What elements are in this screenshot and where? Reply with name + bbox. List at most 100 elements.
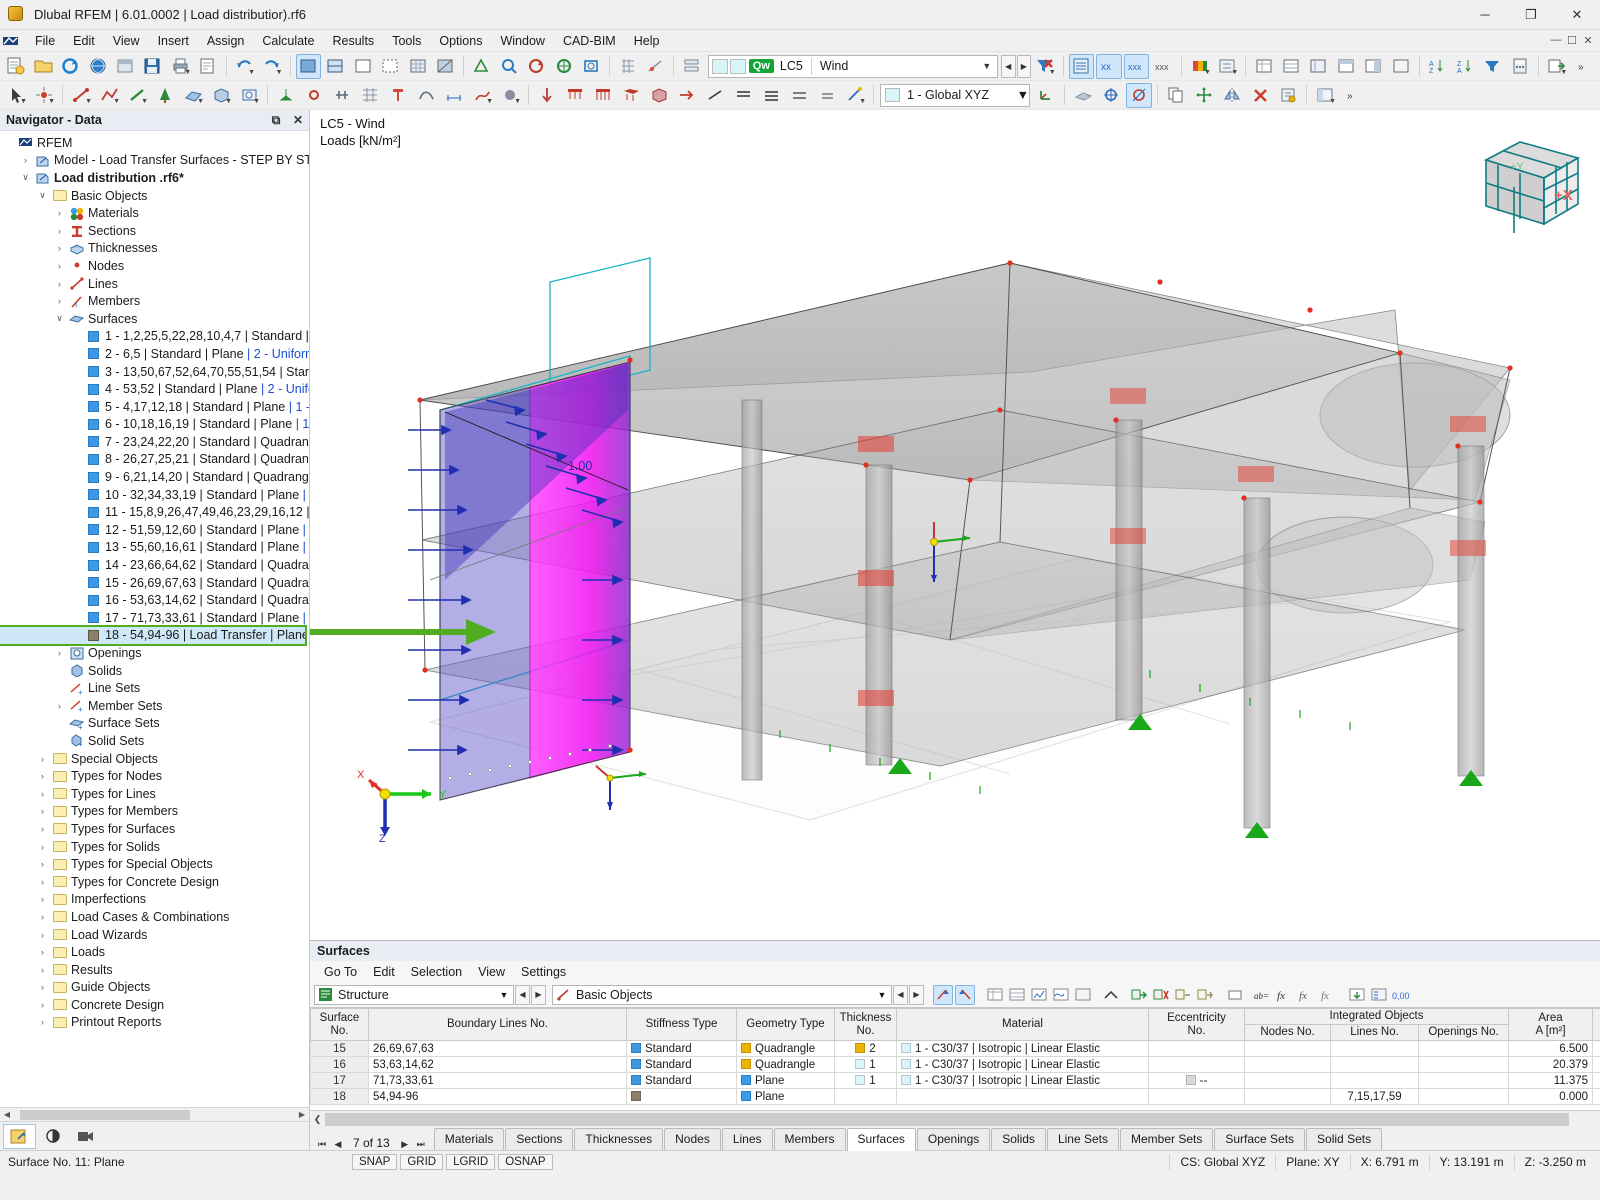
numbering-xx-icon[interactable]: xx bbox=[1096, 53, 1122, 79]
col-thickness-no[interactable]: Thickness No. bbox=[834, 1008, 897, 1041]
cell-boundary-lines[interactable]: 71,73,33,61 bbox=[368, 1072, 627, 1089]
twisty-collapsed-icon[interactable]: › bbox=[34, 1000, 51, 1010]
delete-row-icon[interactable] bbox=[1151, 985, 1171, 1005]
render-shaded-icon[interactable] bbox=[433, 54, 458, 79]
minimize-button[interactable]: ─ bbox=[1462, 0, 1508, 30]
table-view4-icon[interactable] bbox=[1334, 54, 1359, 79]
tree-item-surface-6[interactable]: 6 - 10,18,16,19 | Standard | Plane | 1 -… bbox=[0, 416, 309, 434]
twisty-collapsed-icon[interactable]: › bbox=[34, 789, 51, 799]
tab-nodes[interactable]: Nodes bbox=[664, 1128, 721, 1150]
navigator-tab-data[interactable] bbox=[3, 1123, 36, 1149]
cell-nodes-no[interactable] bbox=[1244, 1072, 1331, 1089]
mirror-icon[interactable] bbox=[1219, 83, 1245, 108]
imperfection-tool-icon[interactable]: ▼ bbox=[469, 83, 495, 108]
mass-tool-icon[interactable]: ▼ bbox=[497, 83, 523, 108]
mdi-restore-icon[interactable]: ☐ bbox=[1564, 34, 1580, 47]
table-view6-icon[interactable] bbox=[1389, 54, 1414, 79]
load-combo-icon[interactable] bbox=[730, 83, 756, 108]
twisty-collapsed-icon[interactable]: › bbox=[34, 771, 51, 781]
twisty-expanded-icon[interactable]: ∨ bbox=[17, 172, 34, 183]
cell-volume[interactable] bbox=[1592, 1088, 1600, 1105]
tree-item-thicknesses[interactable]: › Thicknesses bbox=[0, 240, 309, 258]
cell-stiffness-type[interactable]: Standard bbox=[626, 1072, 737, 1089]
cell-surface-no[interactable]: 17 bbox=[310, 1072, 369, 1089]
tree-item-surface-13[interactable]: 13 - 55,60,16,61 | Standard | Plane | 1 … bbox=[0, 539, 309, 557]
render-wire-icon[interactable] bbox=[350, 54, 375, 79]
menu-item-calculate[interactable]: Calculate bbox=[253, 32, 323, 50]
tree-item-surface-12[interactable]: 12 - 51,59,12,60 | Standard | Plane | 1 … bbox=[0, 521, 309, 539]
table-menu-settings[interactable]: Settings bbox=[513, 963, 574, 981]
tree-item-lines[interactable]: › Lines bbox=[0, 275, 309, 293]
numbering-xxx2-icon[interactable]: xxx bbox=[1151, 54, 1176, 79]
tree-item-load-cases-combinations[interactable]: › Load Cases & Combinations bbox=[0, 908, 309, 926]
scroll-left-icon[interactable]: ◀ bbox=[0, 1110, 14, 1119]
move-icon[interactable] bbox=[1191, 83, 1217, 108]
cell-lines-no[interactable] bbox=[1330, 1056, 1419, 1073]
twisty-collapsed-icon[interactable]: › bbox=[51, 701, 68, 711]
pan-icon[interactable] bbox=[552, 54, 577, 79]
mdi-minimize-icon[interactable]: — bbox=[1548, 34, 1564, 47]
member-tool-icon[interactable]: ▼ bbox=[124, 83, 150, 108]
tree-tool-icon[interactable] bbox=[152, 83, 178, 108]
table-chart-icon[interactable] bbox=[1029, 985, 1049, 1005]
tree-item-surface-4[interactable]: 4 - 53,52 | Standard | Plane | 2 - Unifo… bbox=[0, 380, 309, 398]
tree-item-line-sets[interactable]: + Line Sets bbox=[0, 679, 309, 697]
cell-openings-no[interactable] bbox=[1417, 1072, 1510, 1089]
tab-openings[interactable]: Openings bbox=[916, 1128, 991, 1150]
navigator-hscrollbar[interactable]: ◀ ▶ bbox=[0, 1107, 309, 1121]
export-icon[interactable]: ▼ bbox=[1544, 54, 1569, 79]
tree-item-surface-9[interactable]: 9 - 6,21,14,20 | Standard | Quadrangle |… bbox=[0, 468, 309, 486]
tree-item-surface-5[interactable]: 5 - 4,17,12,18 | Standard | Plane | 1 - … bbox=[0, 398, 309, 416]
cell-nodes-no[interactable] bbox=[1244, 1040, 1331, 1057]
cell-surface-no[interactable]: 15 bbox=[310, 1040, 369, 1057]
insert-row-icon[interactable] bbox=[1129, 985, 1149, 1005]
scroll-thumb[interactable] bbox=[20, 1109, 190, 1120]
tree-item-results[interactable]: › Results bbox=[0, 961, 309, 979]
tree-item-materials[interactable]: › Materials bbox=[0, 204, 309, 222]
twisty-collapsed-icon[interactable]: › bbox=[34, 754, 51, 764]
table-view-icon[interactable] bbox=[1251, 54, 1276, 79]
render-hidden-icon[interactable] bbox=[378, 54, 403, 79]
text-format-icon[interactable]: ab= bbox=[1253, 985, 1273, 1005]
rotate-icon[interactable] bbox=[524, 54, 549, 79]
clear-cell-icon[interactable] bbox=[1225, 985, 1245, 1005]
status-toggle-grid[interactable]: GRID bbox=[400, 1153, 444, 1170]
refresh-icon[interactable] bbox=[58, 54, 83, 79]
tree-item-types-for-surfaces[interactable]: › Types for Surfaces bbox=[0, 820, 309, 838]
scroll-thumb[interactable] bbox=[325, 1112, 1570, 1126]
surface-tool-icon[interactable]: ▼ bbox=[180, 83, 206, 108]
tree-item-imperfections[interactable]: › Imperfections bbox=[0, 891, 309, 909]
tree-item-members[interactable]: › I Members bbox=[0, 292, 309, 310]
tree-item-types-for-special-objects[interactable]: › Types for Special Objects bbox=[0, 855, 309, 873]
solid-tool-icon[interactable]: ▼ bbox=[208, 83, 234, 108]
twisty-collapsed-icon[interactable]: › bbox=[51, 243, 68, 253]
cell-boundary-lines[interactable]: 26,69,67,63 bbox=[368, 1040, 627, 1057]
cell-volume[interactable]: 4.0 bbox=[1592, 1056, 1600, 1073]
tree-item-types-for-concrete-design[interactable]: › Types for Concrete Design bbox=[0, 873, 309, 891]
status-toggle-lgrid[interactable]: LGRID bbox=[446, 1153, 496, 1170]
workplane-icon[interactable] bbox=[1070, 83, 1096, 108]
cell-thickness-no[interactable]: 1 bbox=[834, 1056, 897, 1073]
support-tool-icon[interactable] bbox=[273, 83, 299, 108]
snap-toggle-icon[interactable] bbox=[643, 54, 668, 79]
show-loads-icon[interactable] bbox=[1068, 53, 1095, 79]
new-icon[interactable] bbox=[3, 54, 28, 79]
cell-eccentricity-no[interactable] bbox=[1148, 1056, 1245, 1073]
twisty-collapsed-icon[interactable]: › bbox=[34, 806, 51, 816]
scroll-left-icon[interactable]: ❮ bbox=[310, 1114, 325, 1125]
filter-icon[interactable] bbox=[1480, 54, 1505, 79]
objects-prev-button[interactable]: ◀ bbox=[893, 984, 908, 1005]
table-view5-icon[interactable] bbox=[1361, 54, 1386, 79]
tree-item-solids[interactable]: Solids bbox=[0, 662, 309, 680]
col-area[interactable]: Area A [m²] bbox=[1508, 1008, 1594, 1041]
twisty-collapsed-icon[interactable]: › bbox=[51, 279, 68, 289]
tree-item-surfaces[interactable]: ∨ Surfaces bbox=[0, 310, 309, 328]
tree-item-surface-3[interactable]: 3 - 13,50,67,52,64,70,55,51,54 | Standar… bbox=[0, 363, 309, 381]
col-surface-no[interactable]: Surface No. bbox=[310, 1008, 369, 1041]
cell-geometry-type[interactable]: Quadrangle bbox=[736, 1056, 835, 1073]
numbering-xxx-icon[interactable]: xxx bbox=[1123, 53, 1149, 79]
menu-item-view[interactable]: View bbox=[104, 32, 149, 50]
more-tools-icon[interactable]: » bbox=[1340, 83, 1366, 108]
table-menu-view[interactable]: View bbox=[470, 963, 513, 981]
tree-item-surface-10[interactable]: 10 - 32,34,33,19 | Standard | Plane | 1 … bbox=[0, 486, 309, 504]
